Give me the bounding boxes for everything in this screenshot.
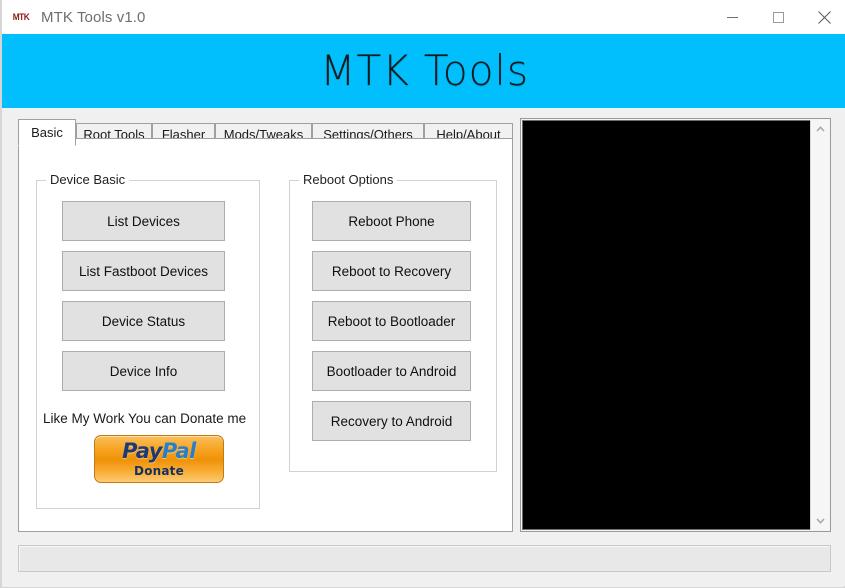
device-basic-group-title: Device Basic [46, 172, 130, 187]
close-icon [817, 10, 831, 24]
reboot-to-recovery-button-label: Reboot to Recovery [331, 263, 452, 279]
list-fastboot-devices-button-label: List Fastboot Devices [78, 263, 209, 279]
bootloader-to-android-button-label: Bootloader to Android [326, 363, 457, 379]
maximize-button[interactable] [755, 0, 801, 34]
window-title: MTK Tools v1.0 [41, 8, 146, 26]
recovery-to-android-button-label: Recovery to Android [330, 413, 453, 429]
paypal-pal-text: Pal [161, 438, 196, 463]
reboot-options-group: Reboot Options Reboot Phone Reboot to Re… [289, 172, 497, 472]
reboot-phone-button[interactable]: Reboot Phone [312, 201, 471, 241]
paypal-donate-button[interactable]: PayPal Donate [94, 435, 224, 483]
maximize-icon [772, 11, 784, 23]
chevron-up-icon [815, 126, 825, 132]
console-output-text [523, 121, 810, 125]
reboot-to-bootloader-button-label: Reboot to Bootloader [327, 313, 456, 329]
minimize-icon [726, 16, 738, 18]
list-fastboot-devices-button[interactable]: List Fastboot Devices [62, 251, 225, 291]
mtk-app-icon: MTK [11, 8, 31, 26]
title-bar: MTK MTK Tools v1.0 [2, 0, 845, 34]
status-bar [18, 545, 831, 572]
tab-basic[interactable]: Basic [18, 119, 76, 146]
scrollbar-track[interactable] [811, 138, 829, 512]
mtk-app-icon-label: MTK [12, 11, 30, 22]
scroll-up-button[interactable] [811, 120, 829, 138]
device-status-button[interactable]: Device Status [62, 301, 225, 341]
device-status-button-label: Device Status [101, 313, 186, 329]
device-info-button-label: Device Info [109, 363, 178, 379]
chevron-down-icon [815, 518, 825, 524]
paypal-pay-text: Pay [122, 438, 162, 463]
bootloader-to-android-button[interactable]: Bootloader to Android [312, 351, 471, 391]
list-devices-button[interactable]: List Devices [62, 201, 225, 241]
device-basic-group: Device Basic List Devices List Fastboot … [36, 172, 260, 509]
reboot-to-bootloader-button[interactable]: Reboot to Bootloader [312, 301, 471, 341]
reboot-phone-button-label: Reboot Phone [348, 213, 435, 229]
list-devices-button-label: List Devices [107, 213, 180, 229]
console-output-panel [520, 118, 831, 532]
tab-panel-basic: Device Basic List Devices List Fastboot … [18, 138, 513, 532]
app-banner: MTK Tools [2, 34, 845, 108]
device-info-button[interactable]: Device Info [62, 351, 225, 391]
reboot-options-group-title: Reboot Options [299, 172, 398, 187]
window-controls [709, 0, 845, 34]
minimize-button[interactable] [709, 0, 755, 34]
banner-title: MTK Tools [320, 46, 529, 95]
paypal-logo: PayPal [122, 438, 196, 463]
recovery-to-android-button[interactable]: Recovery to Android [312, 401, 471, 441]
app-window: MTK MTK Tools v1.0 MTK Tools Basic Root … [0, 0, 845, 588]
close-button[interactable] [801, 0, 845, 34]
console-output[interactable] [522, 120, 810, 530]
paypal-donate-text: Donate [134, 463, 184, 478]
tab-basic-label: Basic [31, 125, 63, 140]
reboot-to-recovery-button[interactable]: Reboot to Recovery [312, 251, 471, 291]
donate-caption: Like My Work You can Donate me [43, 411, 247, 426]
console-scrollbar[interactable] [810, 120, 829, 530]
scroll-down-button[interactable] [811, 512, 829, 530]
body-area: Basic Root Tools Flasher Mods/Tweaks Set… [4, 108, 845, 586]
